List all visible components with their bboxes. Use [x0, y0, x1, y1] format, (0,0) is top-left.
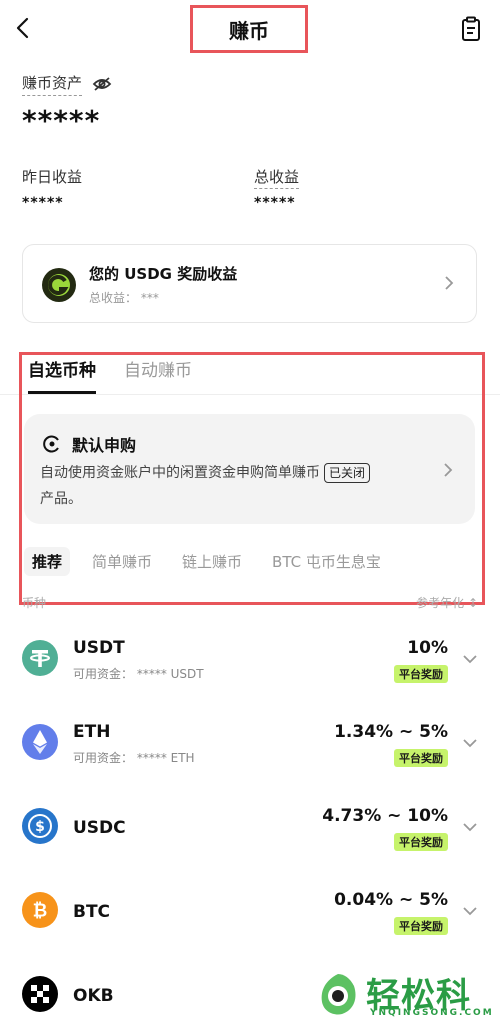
svg-text:$: $ — [35, 819, 45, 835]
reward-subtitle: 总收益： *** — [89, 291, 159, 305]
platform-reward-badge: 平台奖励 — [394, 749, 448, 767]
reward-title: 您的 USDG 奖励收益 — [89, 265, 238, 283]
page-title: 赚币 — [229, 18, 269, 43]
usdc-icon: $ — [22, 808, 58, 844]
coin-apy: 1.34% ~ 5% — [334, 722, 448, 742]
usdt-icon — [22, 640, 58, 676]
usdg-reward-card[interactable]: 您的 USDG 奖励收益 总收益： *** — [22, 244, 477, 323]
coin-row-usdc[interactable]: $ USDC 4.73% ~ 10% 平台奖励 — [0, 806, 500, 890]
title-highlight-box: 赚币 — [190, 5, 308, 53]
coin-name: USDC — [73, 818, 126, 838]
coin-name: OKB — [73, 986, 114, 1006]
watermark: 轻松科技 YNQINGSONG.COM — [314, 968, 500, 1020]
list-header-apy-sort[interactable]: 参考年化 ↕ — [416, 594, 478, 611]
coin-apy: 0.04% ~ 5% — [334, 890, 448, 910]
coin-available: 可用资金： ***** ETH — [73, 751, 195, 765]
order-history-icon[interactable] — [460, 16, 482, 42]
header: 赚币 — [0, 0, 500, 56]
assets-label: 赚币资产 — [22, 72, 83, 96]
total-earnings-label[interactable]: 总收益 — [254, 168, 300, 189]
okb-icon — [22, 976, 58, 1012]
total-earnings-value: ***** — [254, 195, 296, 211]
coin-name: BTC — [73, 902, 111, 922]
coin-apy: 10% — [407, 638, 448, 658]
chevron-down-icon[interactable] — [462, 654, 478, 664]
back-arrow-icon[interactable] — [14, 16, 32, 40]
watermark-logo-icon — [321, 974, 356, 1015]
svg-text:₿: ₿ — [33, 901, 48, 922]
coin-name: ETH — [73, 722, 111, 742]
coin-name: USDT — [73, 638, 125, 658]
list-header: 币种 参考年化 ↕ — [22, 594, 478, 611]
assets-label-row: 赚币资产 — [22, 72, 112, 96]
eth-icon — [22, 724, 58, 760]
yesterday-earnings-label: 昨日收益 — [22, 168, 83, 186]
chevron-down-icon[interactable] — [462, 822, 478, 832]
hide-balance-eye-icon[interactable] — [92, 76, 112, 92]
watermark-subtext: YNQINGSONG.COM — [370, 1008, 494, 1018]
list-header-coin: 币种 — [22, 596, 47, 610]
chevron-right-icon — [445, 276, 454, 290]
yesterday-earnings: 昨日收益 ***** — [22, 166, 82, 211]
platform-reward-badge: 平台奖励 — [394, 665, 448, 683]
coin-apy: 4.73% ~ 10% — [322, 806, 448, 826]
platform-reward-badge: 平台奖励 — [394, 917, 448, 935]
platform-reward-badge: 平台奖励 — [394, 833, 448, 851]
btc-icon: ₿ — [22, 892, 58, 928]
chevron-down-icon[interactable] — [462, 906, 478, 916]
chevron-down-icon[interactable] — [462, 738, 478, 748]
coin-row-usdt[interactable]: USDT 可用资金： ***** USDT 10% 平台奖励 — [0, 638, 500, 722]
coin-row-eth[interactable]: ETH 可用资金： ***** ETH 1.34% ~ 5% 平台奖励 — [0, 722, 500, 806]
section-highlight-box — [19, 352, 485, 605]
usdg-logo-icon — [42, 268, 76, 302]
coin-row-btc[interactable]: ₿ BTC 0.04% ~ 5% 平台奖励 — [0, 890, 500, 974]
yesterday-earnings-value: ***** — [22, 195, 64, 211]
assets-value: ***** — [22, 104, 101, 137]
coin-available: 可用资金： ***** USDT — [73, 667, 204, 681]
total-earnings: 总收益 ***** — [254, 166, 300, 211]
